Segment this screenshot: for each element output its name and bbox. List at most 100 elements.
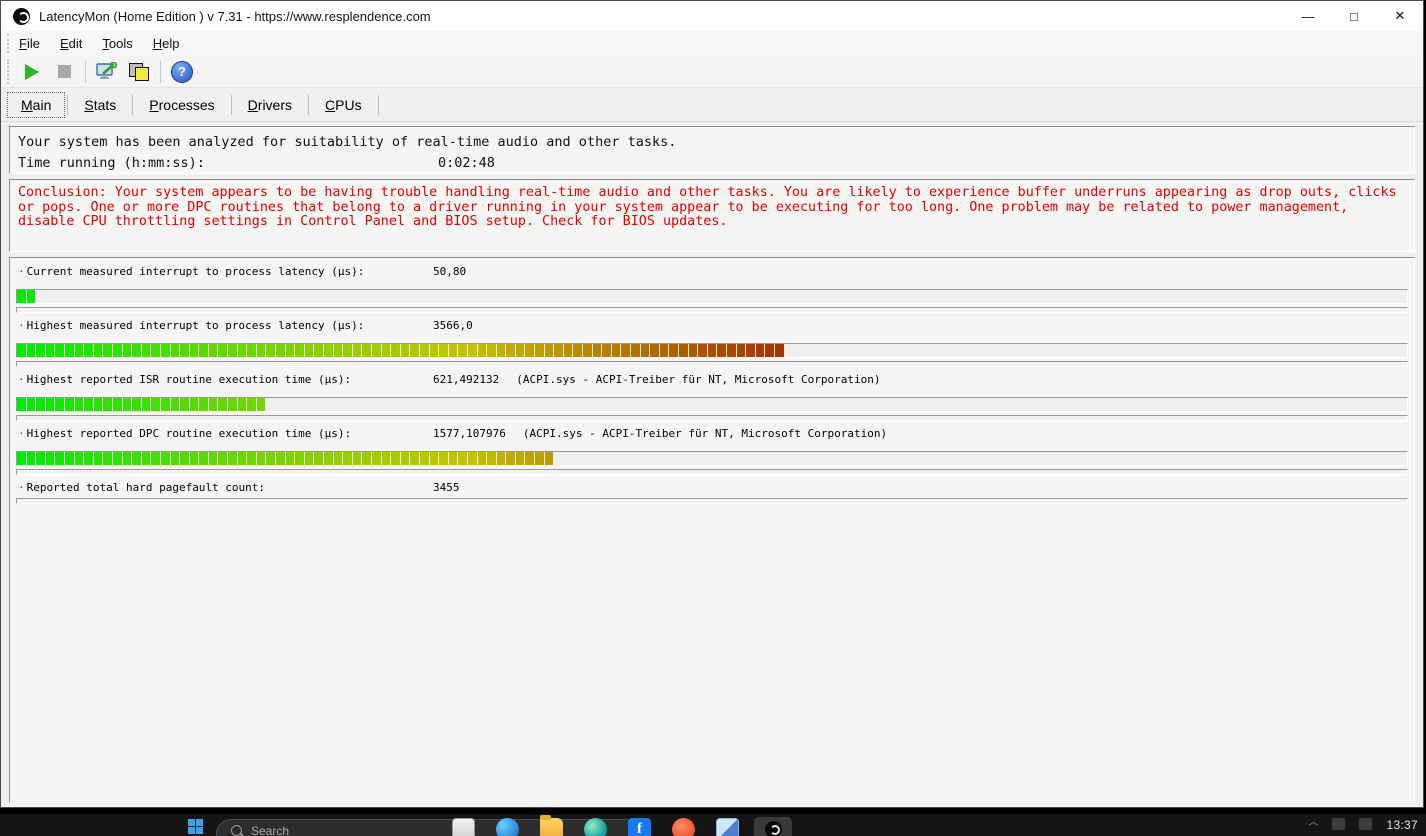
app-window-icon[interactable] <box>452 818 475 836</box>
latency-bar-segment <box>142 344 151 357</box>
latency-bar-segment <box>132 344 141 357</box>
latency-bar-segment <box>27 290 36 303</box>
latency-bar-segment <box>199 452 208 465</box>
monitor-wrench-icon <box>96 62 118 82</box>
toolbar-separator <box>85 61 86 83</box>
meter-driver-note: (ACPI.sys - ACPI-Treiber für NT, Microso… <box>516 373 880 387</box>
tray-icon[interactable] <box>1359 818 1372 830</box>
stop-monitoring-button[interactable] <box>51 60 77 84</box>
latency-bar-segment <box>295 452 304 465</box>
copy-report-button[interactable] <box>126 60 152 84</box>
facebook-icon[interactable]: f <box>628 818 651 836</box>
latency-bar-segment <box>286 344 295 357</box>
latency-bar-segment <box>84 398 93 411</box>
latency-bar-segment <box>382 344 391 357</box>
latency-bar-segment <box>132 452 141 465</box>
menu-tools[interactable]: Tools <box>100 34 134 53</box>
photos-icon[interactable] <box>716 818 739 836</box>
latency-bar-segment <box>190 398 199 411</box>
latency-bar-segment <box>123 452 132 465</box>
latency-bar-segment <box>238 344 247 357</box>
latency-bar-segment <box>573 344 582 357</box>
latency-bar-segment <box>65 344 74 357</box>
browser-swirl-icon[interactable] <box>584 818 607 836</box>
latency-bar-segment <box>650 344 659 357</box>
latency-bar-segment <box>171 344 180 357</box>
menu-edit[interactable]: Edit <box>58 34 84 53</box>
tab-drivers[interactable]: Drivers <box>234 92 306 118</box>
analysis-headline: Your system has been analyzed for suitab… <box>18 134 1406 150</box>
tray-icon[interactable] <box>1332 818 1345 830</box>
latency-bar-segment <box>209 452 218 465</box>
toolbar: ? <box>1 56 1423 88</box>
menu-help[interactable]: Help <box>151 34 182 53</box>
latency-bar-segment <box>324 452 333 465</box>
system-tray: ︿ 13:37 <box>1308 818 1418 832</box>
latency-bar-segment <box>218 398 227 411</box>
menu-file-rest: ile <box>27 36 40 51</box>
latency-bar-segment <box>430 344 439 357</box>
taskbar-app-icons: f <box>452 818 739 836</box>
latency-bar-segment <box>535 452 544 465</box>
clock[interactable]: 13:37 <box>1386 818 1418 832</box>
latency-bar-segment <box>679 344 688 357</box>
latency-bar-segment <box>27 452 36 465</box>
latency-bar-segment <box>775 344 784 357</box>
start-monitoring-button[interactable] <box>19 60 45 84</box>
latency-bar-segment <box>75 344 84 357</box>
latency-bar-segment <box>478 344 487 357</box>
latency-bar-segment <box>161 398 170 411</box>
toolbar-gripper[interactable] <box>7 59 9 84</box>
tab-cpus[interactable]: CPUs <box>311 92 376 118</box>
latency-bar-segment <box>27 344 36 357</box>
window-controls: — □ ✕ <box>1285 1 1423 31</box>
maximize-button[interactable]: □ <box>1331 1 1377 31</box>
latency-bar-segment <box>382 452 391 465</box>
latency-bar-segment <box>75 398 84 411</box>
edge-browser-icon[interactable] <box>496 818 519 836</box>
reddit-icon[interactable] <box>672 818 695 836</box>
latency-bar-segment <box>305 344 314 357</box>
tab-processes[interactable]: Processes <box>135 92 228 118</box>
menu-file[interactable]: File <box>17 34 42 53</box>
latency-bar-segment <box>55 452 64 465</box>
file-explorer-icon[interactable] <box>540 818 563 836</box>
latency-bar-segment <box>362 452 371 465</box>
menu-help-rest: elp <box>162 36 179 51</box>
latencymon-window: LatencyMon (Home Edition ) v 7.31 - http… <box>0 0 1424 808</box>
latency-bar-segment <box>410 452 419 465</box>
latency-bar-segment <box>151 344 160 357</box>
minimize-button[interactable]: — <box>1285 1 1331 31</box>
meter-bullet: · <box>18 319 25 332</box>
menubar: File Edit Tools Help <box>1 31 1423 56</box>
latencymon-taskbar-button[interactable] <box>754 817 792 836</box>
latency-bar-segment <box>84 452 93 465</box>
latency-bar-segment <box>113 398 122 411</box>
latency-bar-segment <box>199 344 208 357</box>
latency-bar-segment <box>420 452 429 465</box>
menubar-gripper[interactable] <box>7 34 9 53</box>
tab-main[interactable]: Main <box>7 92 65 118</box>
meter-label: Highest reported ISR routine execution t… <box>27 373 352 386</box>
latency-bar-segment <box>55 398 64 411</box>
meter-groove <box>16 361 1408 367</box>
tab-separator <box>231 95 232 115</box>
close-button[interactable]: ✕ <box>1377 1 1423 31</box>
tab-main-rest: ain <box>33 97 52 113</box>
latency-bar-segment <box>516 344 525 357</box>
options-button[interactable] <box>94 60 120 84</box>
latency-bar-segment <box>535 344 544 357</box>
tab-stats[interactable]: Stats <box>70 92 130 118</box>
latency-bar-segment <box>36 452 45 465</box>
meter-label: Highest measured interrupt to process la… <box>27 319 365 332</box>
tray-chevron-up-icon[interactable]: ︿ <box>1308 818 1318 828</box>
windows-start-icon[interactable] <box>188 819 203 834</box>
meter-value: 3455 <box>433 481 460 495</box>
latency-bar-segment <box>132 398 141 411</box>
latency-bar-segment <box>497 344 506 357</box>
latency-bar-segment <box>123 398 132 411</box>
latency-bar-segment <box>113 452 122 465</box>
help-button[interactable]: ? <box>169 60 195 84</box>
latency-bar-segment <box>123 344 132 357</box>
meter-value-group: 50,80 <box>433 265 466 279</box>
